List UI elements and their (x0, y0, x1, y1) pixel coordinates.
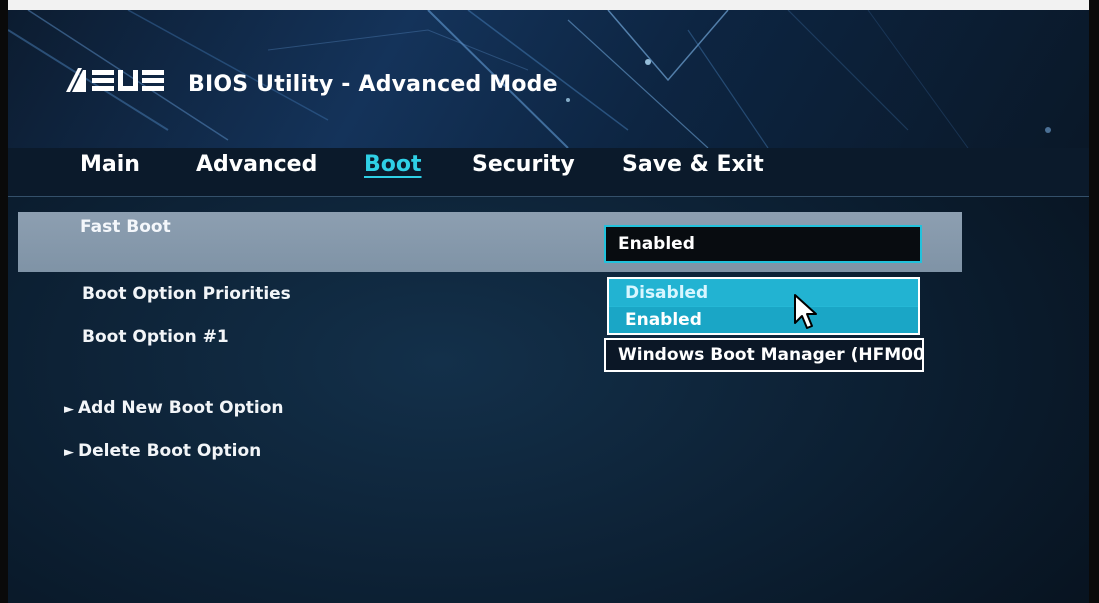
fast-boot-label: Fast Boot (80, 217, 171, 237)
monitor-bezel-top (0, 0, 1099, 10)
chevron-right-icon: ► (64, 445, 74, 460)
boot-option-1-select[interactable]: Windows Boot Manager (HFM001 (604, 338, 924, 372)
add-new-boot-option-label: Add New Boot Option (78, 398, 284, 418)
fast-boot-select[interactable]: Enabled (604, 225, 922, 263)
monitor-bezel-right (1089, 0, 1099, 603)
fast-boot-dropdown[interactable]: Disabled Enabled (607, 277, 920, 335)
main-menu-bar: Main Advanced Boot Security Save & Exit (8, 148, 1089, 197)
app-title: BIOS Utility - Advanced Mode (188, 72, 558, 97)
chevron-right-icon: ► (64, 402, 74, 417)
bios-screen: BIOS Utility - Advanced Mode Main Advanc… (0, 0, 1099, 603)
dropdown-option-disabled[interactable]: Disabled (609, 280, 918, 306)
boot-option-1-label: Boot Option #1 (82, 327, 229, 347)
header-banner: BIOS Utility - Advanced Mode (8, 10, 1089, 148)
tab-boot[interactable]: Boot (364, 152, 422, 177)
mouse-pointer-icon (794, 294, 817, 329)
monitor-bezel-left (0, 0, 8, 603)
delete-boot-option-link[interactable]: ► Delete Boot Option (64, 441, 261, 461)
tab-main[interactable]: Main (80, 152, 140, 177)
boot-option-priorities-heading: Boot Option Priorities (82, 284, 291, 304)
tab-advanced[interactable]: Advanced (196, 152, 317, 177)
delete-boot-option-label: Delete Boot Option (78, 441, 262, 461)
add-new-boot-option-link[interactable]: ► Add New Boot Option (64, 398, 284, 418)
tab-save-exit[interactable]: Save & Exit (622, 152, 764, 177)
asus-logo (66, 68, 164, 92)
dropdown-option-enabled[interactable]: Enabled (609, 307, 918, 333)
tab-security[interactable]: Security (472, 152, 575, 177)
